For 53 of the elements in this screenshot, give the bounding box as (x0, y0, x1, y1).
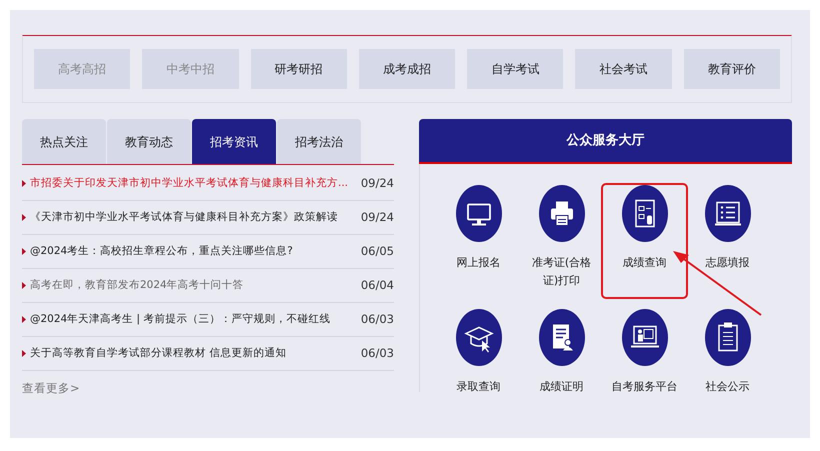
news-date: 06/03 (360, 310, 394, 328)
clipboard-icon (718, 322, 738, 352)
news-link[interactable]: 市招委关于印发天津市初中学业水平考试体育与健康科目补充方... (30, 176, 355, 192)
service-label[interactable]: 社会公示 (690, 378, 764, 396)
service-button[interactable] (704, 185, 750, 242)
service-button[interactable] (538, 185, 584, 242)
category-button[interactable]: 教育评价 (684, 49, 780, 89)
monitor-icon (466, 204, 490, 226)
service-button[interactable] (456, 185, 502, 242)
news-date: 06/04 (360, 276, 394, 294)
news-date: 09/24 (360, 174, 394, 192)
service-button[interactable] (456, 309, 502, 366)
more-link[interactable]: 查看更多> (22, 380, 80, 398)
service-label[interactable]: 自考服务平台 (608, 378, 682, 396)
news-date: 09/24 (360, 208, 394, 226)
printer-icon (550, 202, 572, 226)
service-label[interactable]: 成绩查询 (608, 254, 682, 272)
category-button[interactable]: 研考研招 (250, 49, 347, 89)
news-tab[interactable]: 教育动态 (107, 119, 191, 164)
bullet-icon (22, 248, 26, 255)
service-label[interactable]: 成绩证明 (524, 378, 598, 396)
service-label[interactable]: 准考证(合格证)打印 (524, 254, 598, 290)
news-link[interactable]: 《天津市初中学业水平考试体育与健康科目补充方案》政策解读 (30, 210, 355, 226)
news-link[interactable]: @2024年天津高考生 | 考前提示（三）：严守规则，不碰红线 (30, 312, 355, 328)
panel-header: 公众服务大厅 (419, 119, 792, 164)
news-tab[interactable]: 招考资讯 (192, 119, 276, 164)
form-icon (634, 200, 654, 228)
news-date: 06/03 (360, 344, 394, 362)
news-link[interactable]: 关于高等教育自学考试部分课程教材 信息更新的通知 (30, 346, 355, 362)
service-label[interactable]: 志愿填报 (690, 254, 764, 272)
category-button[interactable]: 社会考试 (575, 49, 672, 89)
service-label[interactable]: 录取查询 (442, 378, 516, 396)
bullet-icon (22, 282, 26, 289)
news-link[interactable]: @2024考生：高校招生章程公布，重点关注哪些信息? (30, 244, 355, 260)
news-tab[interactable]: 招考法治 (277, 119, 361, 164)
category-button[interactable]: 成考成招 (358, 49, 456, 89)
bullet-icon (22, 350, 26, 357)
news-tab[interactable]: 热点关注 (22, 119, 106, 164)
document-icon (552, 324, 572, 350)
service-button[interactable] (622, 185, 668, 242)
bullet-icon (22, 214, 26, 221)
service-button[interactable] (622, 309, 668, 366)
service-button[interactable] (538, 309, 584, 366)
graduation-cap-icon (464, 326, 494, 352)
news-link[interactable]: 高考在即，教育部发布2024年高考十问十答 (30, 278, 355, 294)
checklist-icon (714, 202, 740, 226)
category-button[interactable]: 自学考试 (467, 49, 564, 89)
service-label[interactable]: 网上报名 (442, 254, 516, 272)
news-date: 06/05 (360, 242, 394, 260)
bullet-icon (22, 180, 26, 187)
service-button[interactable] (704, 309, 750, 366)
laptop-icon (630, 326, 658, 348)
bullet-icon (22, 316, 26, 323)
